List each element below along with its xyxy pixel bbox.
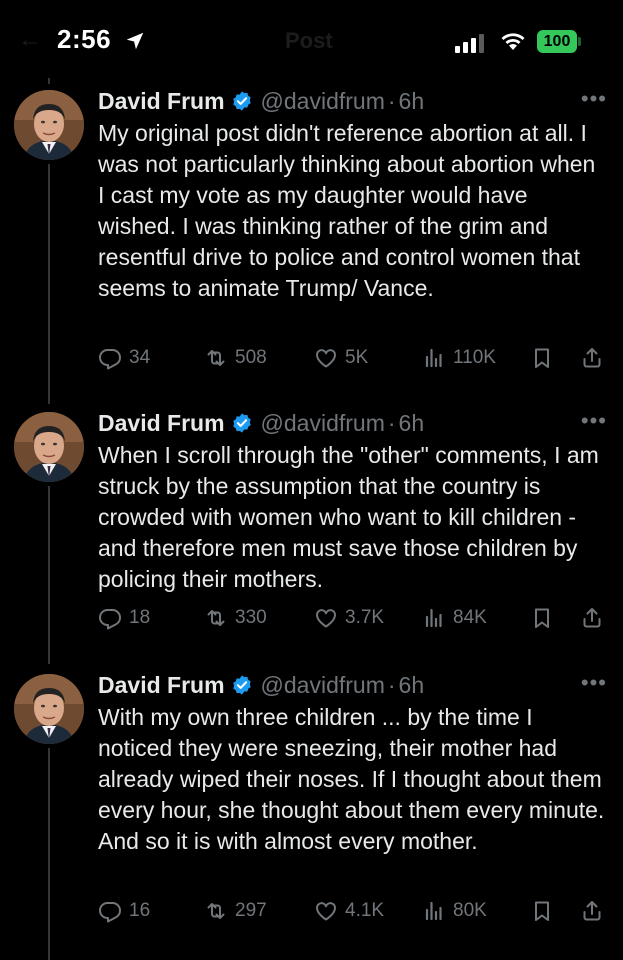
views-button[interactable]: 110K <box>422 344 496 372</box>
share-button[interactable] <box>580 344 604 372</box>
share-icon <box>583 901 601 921</box>
repost-icon <box>207 903 225 919</box>
bookmark-button[interactable] <box>530 604 554 632</box>
repost-button[interactable]: 297 <box>204 897 267 925</box>
action-bar: 16 297 4.1K 80K <box>98 897 608 925</box>
views-button[interactable]: 84K <box>422 604 487 632</box>
avatar[interactable] <box>14 674 84 744</box>
tweet-header: David Frum @davidfrum · 6h <box>98 670 618 700</box>
reply-count: 18 <box>129 607 151 628</box>
like-count: 3.7K <box>345 607 385 628</box>
verified-badge-icon <box>232 675 251 695</box>
location-arrow-icon <box>126 32 144 50</box>
views-icon <box>425 348 442 368</box>
author-handle[interactable]: @davidfrum <box>261 88 385 115</box>
thread-line <box>48 748 50 960</box>
like-button[interactable]: 4.1K <box>314 897 384 925</box>
thread-line <box>48 78 50 84</box>
bookmark-button[interactable] <box>530 344 554 372</box>
verified-badge-icon <box>232 91 251 111</box>
reply-icon <box>99 349 122 370</box>
share-icon <box>583 348 601 368</box>
repost-count: 297 <box>235 900 267 921</box>
views-count: 110K <box>453 347 496 368</box>
like-icon <box>316 902 336 921</box>
thread-line <box>48 164 50 404</box>
bookmark-icon <box>535 608 549 628</box>
wifi-icon <box>501 33 525 50</box>
thread-line <box>48 486 50 664</box>
views-icon <box>425 901 442 921</box>
repost-button[interactable]: 330 <box>204 604 267 632</box>
author-name[interactable]: David Frum <box>98 88 225 115</box>
more-options-icon[interactable]: ••• <box>581 408 607 434</box>
share-button[interactable] <box>580 897 604 925</box>
status-bar: ← 2:56 Post 100 <box>0 0 623 78</box>
separator-dot: · <box>387 671 396 698</box>
bookmark-icon <box>535 348 549 368</box>
post-time[interactable]: 6h <box>399 410 425 437</box>
repost-count: 508 <box>235 347 267 368</box>
views-icon <box>425 608 442 628</box>
more-options-icon[interactable]: ••• <box>581 670 607 696</box>
author-name[interactable]: David Frum <box>98 672 225 699</box>
post-time[interactable]: 6h <box>399 672 425 699</box>
repost-icon <box>207 610 225 626</box>
author-handle[interactable]: @davidfrum <box>261 410 385 437</box>
bookmark-button[interactable] <box>530 897 554 925</box>
reply-icon <box>99 902 122 923</box>
faded-header-title: Post <box>285 28 333 53</box>
cellular-signal-icon <box>455 34 484 53</box>
tweet-text: With my own three children ... by the ti… <box>98 704 605 854</box>
post-time[interactable]: 6h <box>399 88 425 115</box>
back-arrow-icon[interactable]: ← <box>18 26 42 54</box>
like-count: 5K <box>345 347 369 368</box>
battery-indicator: 100 <box>537 30 577 53</box>
share-icon <box>583 608 601 628</box>
like-button[interactable]: 5K <box>314 344 368 372</box>
like-count: 4.1K <box>345 900 385 921</box>
like-icon <box>316 349 336 368</box>
tweet-text: My original post didn't reference aborti… <box>98 120 596 301</box>
reply-button[interactable]: 18 <box>98 604 150 632</box>
reply-button[interactable]: 34 <box>98 344 150 372</box>
more-options-icon[interactable]: ••• <box>581 86 607 112</box>
author-name[interactable]: David Frum <box>98 410 225 437</box>
views-count: 80K <box>453 900 487 921</box>
reply-button[interactable]: 16 <box>98 897 150 925</box>
repost-count: 330 <box>235 607 267 628</box>
repost-button[interactable]: 508 <box>204 344 267 372</box>
share-button[interactable] <box>580 604 604 632</box>
action-bar: 18 330 3.7K 84K <box>98 604 608 632</box>
tweet-text: When I scroll through the "other" commen… <box>98 442 599 592</box>
avatar[interactable] <box>14 412 84 482</box>
tweet-header: David Frum @davidfrum · 6h <box>98 408 618 438</box>
action-bar: 34 508 5K 110K <box>98 344 608 372</box>
reply-icon <box>99 609 122 630</box>
views-count: 84K <box>453 607 487 628</box>
tweet-header: David Frum @davidfrum · 6h <box>98 86 618 116</box>
like-icon <box>316 609 336 628</box>
views-button[interactable]: 80K <box>422 897 487 925</box>
repost-icon <box>207 350 225 366</box>
author-handle[interactable]: @davidfrum <box>261 672 385 699</box>
reply-count: 34 <box>129 347 151 368</box>
battery-tip <box>578 37 581 46</box>
like-button[interactable]: 3.7K <box>314 604 384 632</box>
status-time: 2:56 <box>57 24 112 54</box>
bookmark-icon <box>535 901 549 921</box>
verified-badge-icon <box>232 413 251 433</box>
reply-count: 16 <box>129 900 151 921</box>
separator-dot: · <box>387 409 396 436</box>
separator-dot: · <box>387 87 396 114</box>
avatar[interactable] <box>14 90 84 160</box>
